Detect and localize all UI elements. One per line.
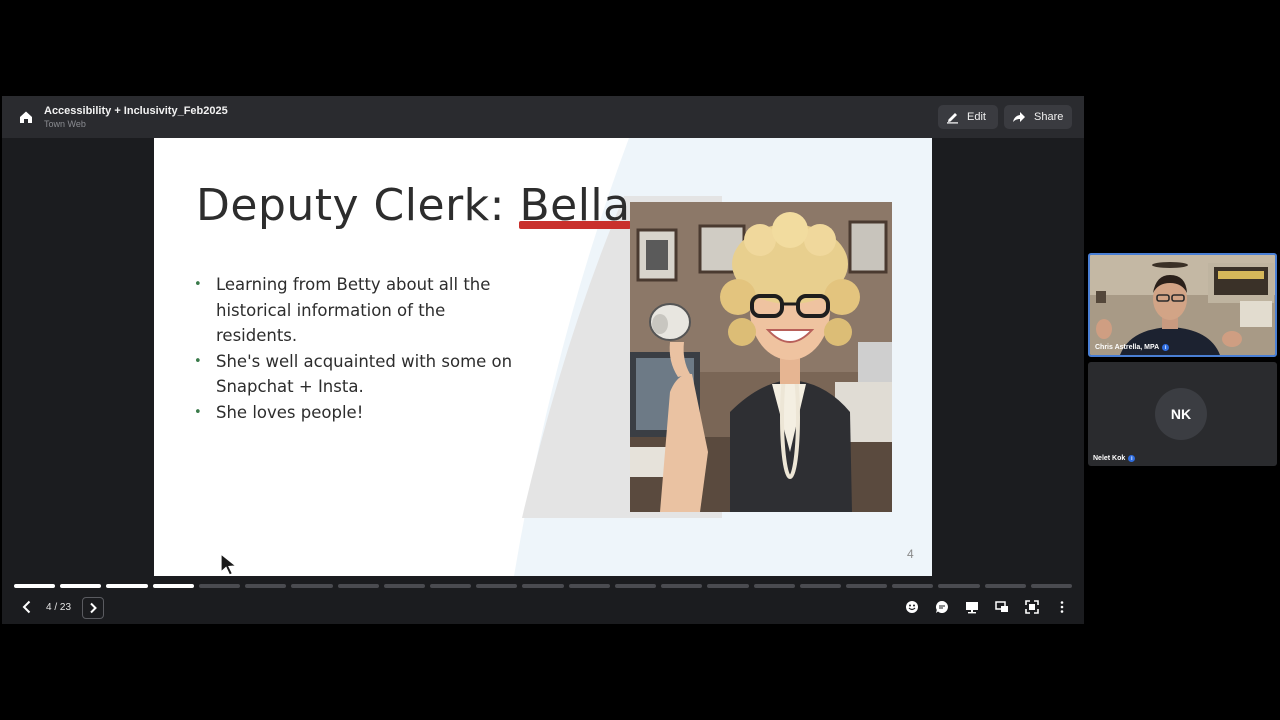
progress-segment[interactable] <box>938 584 980 588</box>
slide-bullet: Learning from Betty about all the histor… <box>194 272 524 349</box>
fullscreen-icon[interactable] <box>1025 600 1039 614</box>
progress-segment[interactable] <box>799 584 841 588</box>
edit-label: Edit <box>967 111 986 123</box>
progress-segment[interactable] <box>245 584 287 588</box>
participant-tile[interactable]: NK Nelet Kok i <box>1088 362 1277 466</box>
edit-button[interactable]: Edit <box>938 105 998 129</box>
participant-name-text: Nelet Kok <box>1093 455 1126 462</box>
progress-segment[interactable] <box>476 584 518 588</box>
slide-counter: 4 / 23 <box>46 602 72 613</box>
slide-progress-bar[interactable] <box>14 584 1073 589</box>
slide-title: Deputy Clerk: Bella <box>196 180 631 231</box>
share-button[interactable]: Share <box>1004 105 1072 129</box>
info-icon: i <box>1162 344 1170 351</box>
previous-slide-icon[interactable] <box>18 598 36 616</box>
progress-segment[interactable] <box>60 584 102 588</box>
progress-segment[interactable] <box>14 584 56 588</box>
presentation-viewer: Accessibility + Inclusivity_Feb2025 Town… <box>2 96 1084 624</box>
progress-segment[interactable] <box>522 584 564 588</box>
more-icon[interactable] <box>1055 600 1069 614</box>
share-arrow-icon <box>1012 111 1026 123</box>
mouse-pointer-icon <box>220 552 238 576</box>
progress-segment[interactable] <box>892 584 934 588</box>
progress-segment[interactable] <box>614 584 657 588</box>
slide: Deputy Clerk: Bella Learning from Betty … <box>154 138 932 576</box>
progress-segment[interactable] <box>984 584 1026 588</box>
participant-name: Chris Astrella, MPA i <box>1095 344 1170 351</box>
progress-segment[interactable] <box>568 584 610 588</box>
progress-segment[interactable] <box>661 584 703 588</box>
progress-segment[interactable] <box>383 584 425 588</box>
slide-title-name: Bella <box>519 180 631 231</box>
picture-in-picture-icon[interactable] <box>995 600 1009 614</box>
slide-bullet-list: Learning from Betty about all the histor… <box>194 272 524 425</box>
slide-title-highlight: Bella <box>519 180 631 231</box>
slide-stage: Deputy Clerk: Bella Learning from Betty … <box>2 138 1084 576</box>
viewer-topbar: Accessibility + Inclusivity_Feb2025 Town… <box>2 96 1084 138</box>
progress-segment[interactable] <box>845 584 888 588</box>
emoji-icon[interactable] <box>905 600 919 614</box>
progress-segment[interactable] <box>198 584 241 588</box>
slides-icon[interactable] <box>965 600 979 614</box>
progress-segment[interactable] <box>753 584 795 588</box>
avatar: NK <box>1155 388 1207 440</box>
home-icon[interactable] <box>18 109 34 125</box>
participant-name: Nelet Kok i <box>1093 455 1136 462</box>
document-subtitle: Town Web <box>44 119 86 129</box>
progress-segment[interactable] <box>429 584 472 588</box>
slide-bullet: She loves people! <box>194 400 524 426</box>
document-title: Accessibility + Inclusivity_Feb2025 <box>44 105 228 117</box>
participant-tile-active-speaker[interactable]: Chris Astrella, MPA i <box>1088 253 1277 357</box>
participant-video <box>1090 255 1275 355</box>
progress-segment[interactable] <box>152 584 194 588</box>
pencil-icon <box>946 111 959 124</box>
viewer-bottombar: 4 / 23 <box>2 594 1084 624</box>
info-icon: i <box>1128 455 1136 462</box>
next-slide-button[interactable] <box>82 597 104 619</box>
progress-segment[interactable] <box>291 584 333 588</box>
progress-segment[interactable] <box>1030 584 1073 588</box>
slide-number: 4 <box>907 547 914 561</box>
chevron-right-icon <box>90 602 97 614</box>
chat-icon[interactable] <box>935 600 949 614</box>
progress-segment[interactable] <box>106 584 148 588</box>
progress-segment[interactable] <box>707 584 749 588</box>
slide-bullet: She's well acquainted with some on Snapc… <box>194 349 524 400</box>
participant-name-text: Chris Astrella, MPA <box>1095 344 1160 351</box>
progress-segment[interactable] <box>337 584 379 588</box>
slide-title-prefix: Deputy Clerk: <box>196 180 520 231</box>
share-label: Share <box>1034 111 1064 123</box>
slide-photo <box>630 202 892 512</box>
